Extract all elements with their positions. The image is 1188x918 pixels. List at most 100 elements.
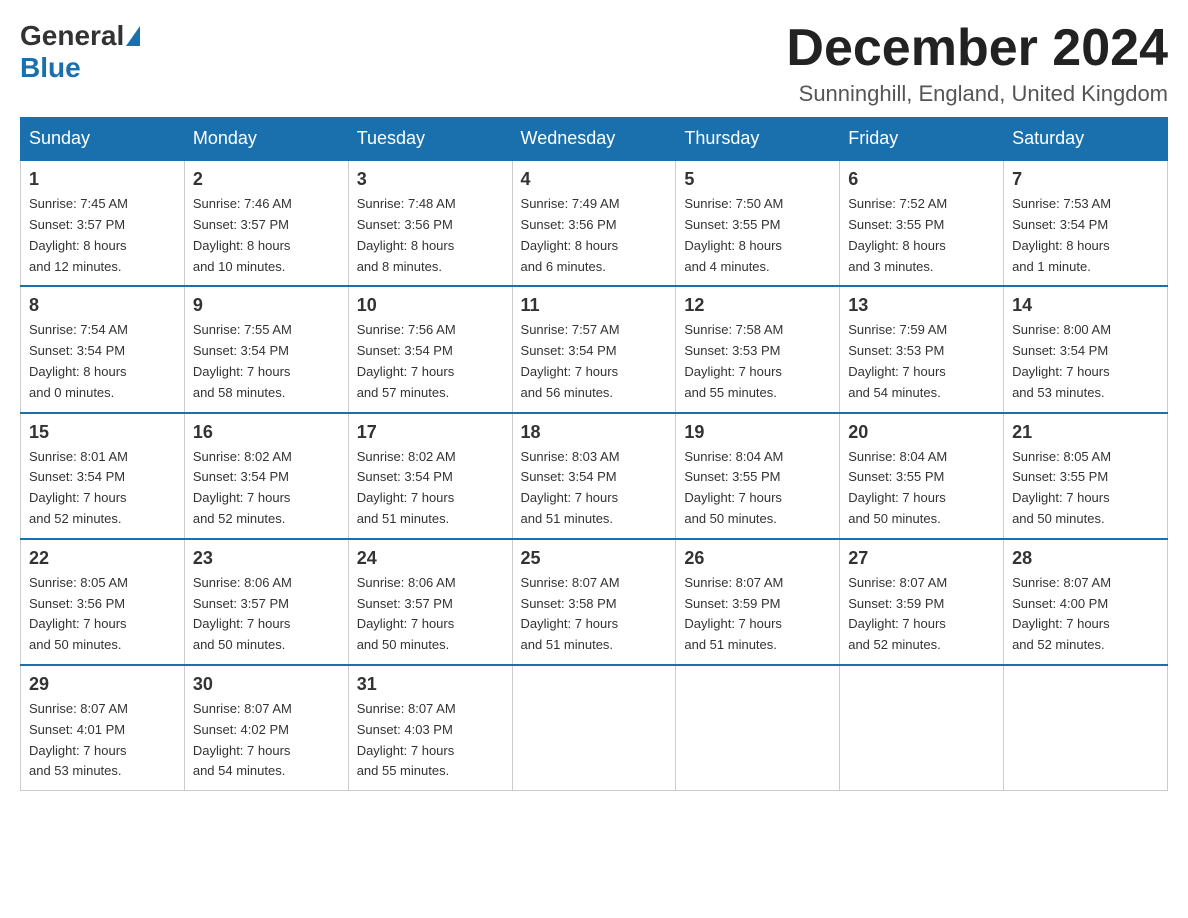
- calendar-week-5: 29 Sunrise: 8:07 AMSunset: 4:01 PMDayligh…: [21, 665, 1168, 791]
- day-number: 20: [848, 422, 995, 443]
- calendar-cell: 1Sunrise: 7:45 AMSunset: 3:57 PMDaylight…: [21, 160, 185, 286]
- day-info: Sunrise: 8:06 AMSunset: 3:57 PMDaylight:…: [193, 573, 340, 656]
- day-info: Sunrise: 8:07 AMSunset: 3:59 PMDaylight:…: [684, 573, 831, 656]
- calendar-cell: 21 Sunrise: 8:05 AMSunset: 3:55 PMDayligh…: [1004, 413, 1168, 539]
- calendar-cell: 16Sunrise: 8:02 AMSunset: 3:54 PMDayligh…: [184, 413, 348, 539]
- page-header: General Blue December 2024 Sunninghill, …: [20, 20, 1168, 107]
- day-info: Sunrise: 8:07 AMSunset: 3:58 PMDaylight:…: [521, 573, 668, 656]
- calendar-cell: 3 Sunrise: 7:48 AMSunset: 3:56 PMDaylight…: [348, 160, 512, 286]
- title-block: December 2024 Sunninghill, England, Unit…: [786, 20, 1168, 107]
- calendar-cell: 12 Sunrise: 7:58 AMSunset: 3:53 PMDayligh…: [676, 286, 840, 412]
- calendar-cell: [676, 665, 840, 791]
- day-number: 30: [193, 674, 340, 695]
- logo-blue: Blue: [20, 52, 81, 83]
- day-number: 11: [521, 295, 668, 316]
- location: Sunninghill, England, United Kingdom: [786, 81, 1168, 107]
- day-info: Sunrise: 8:00 AMSunset: 3:54 PMDaylight:…: [1012, 320, 1159, 403]
- day-info: Sunrise: 7:57 AMSunset: 3:54 PMDaylight:…: [521, 320, 668, 403]
- calendar-cell: 17 Sunrise: 8:02 AMSunset: 3:54 PMDayligh…: [348, 413, 512, 539]
- calendar-cell: 20 Sunrise: 8:04 AMSunset: 3:55 PMDayligh…: [840, 413, 1004, 539]
- day-number: 18: [521, 422, 668, 443]
- day-number: 26: [684, 548, 831, 569]
- day-number: 5: [684, 169, 831, 190]
- day-number: 24: [357, 548, 504, 569]
- day-info: Sunrise: 8:02 AMSunset: 3:54 PMDaylight:…: [193, 447, 340, 530]
- logo: General Blue: [20, 20, 142, 84]
- calendar-cell: 24 Sunrise: 8:06 AMSunset: 3:57 PMDayligh…: [348, 539, 512, 665]
- day-number: 1: [29, 169, 176, 190]
- day-info: Sunrise: 8:01 AMSunset: 3:54 PMDaylight:…: [29, 447, 176, 530]
- day-info: Sunrise: 8:07 AMSunset: 4:03 PMDaylight:…: [357, 699, 504, 782]
- day-info: Sunrise: 8:02 AMSunset: 3:54 PMDaylight:…: [357, 447, 504, 530]
- day-info: Sunrise: 7:52 AMSunset: 3:55 PMDaylight:…: [848, 194, 995, 277]
- calendar-week-2: 8 Sunrise: 7:54 AMSunset: 3:54 PMDaylight…: [21, 286, 1168, 412]
- day-info: Sunrise: 7:54 AMSunset: 3:54 PMDaylight:…: [29, 320, 176, 403]
- day-number: 17: [357, 422, 504, 443]
- day-info: Sunrise: 7:59 AMSunset: 3:53 PMDaylight:…: [848, 320, 995, 403]
- column-header-saturday: Saturday: [1004, 118, 1168, 161]
- calendar-cell: 19Sunrise: 8:04 AMSunset: 3:55 PMDayligh…: [676, 413, 840, 539]
- day-number: 2: [193, 169, 340, 190]
- column-header-friday: Friday: [840, 118, 1004, 161]
- column-header-monday: Monday: [184, 118, 348, 161]
- calendar-cell: 4 Sunrise: 7:49 AMSunset: 3:56 PMDaylight…: [512, 160, 676, 286]
- calendar-cell: 14Sunrise: 8:00 AMSunset: 3:54 PMDayligh…: [1004, 286, 1168, 412]
- day-number: 13: [848, 295, 995, 316]
- calendar-cell: 30 Sunrise: 8:07 AMSunset: 4:02 PMDayligh…: [184, 665, 348, 791]
- day-number: 8: [29, 295, 176, 316]
- day-info: Sunrise: 7:58 AMSunset: 3:53 PMDaylight:…: [684, 320, 831, 403]
- day-info: Sunrise: 7:55 AMSunset: 3:54 PMDaylight:…: [193, 320, 340, 403]
- day-info: Sunrise: 8:05 AMSunset: 3:55 PMDaylight:…: [1012, 447, 1159, 530]
- day-info: Sunrise: 7:50 AMSunset: 3:55 PMDaylight:…: [684, 194, 831, 277]
- day-info: Sunrise: 7:56 AMSunset: 3:54 PMDaylight:…: [357, 320, 504, 403]
- day-info: Sunrise: 7:46 AMSunset: 3:57 PMDaylight:…: [193, 194, 340, 277]
- calendar-cell: 31 Sunrise: 8:07 AMSunset: 4:03 PMDayligh…: [348, 665, 512, 791]
- logo-triangle-icon: [126, 26, 140, 46]
- calendar-cell: [512, 665, 676, 791]
- calendar-cell: 23Sunrise: 8:06 AMSunset: 3:57 PMDayligh…: [184, 539, 348, 665]
- calendar-cell: 13 Sunrise: 7:59 AMSunset: 3:53 PMDayligh…: [840, 286, 1004, 412]
- calendar-cell: [1004, 665, 1168, 791]
- column-header-thursday: Thursday: [676, 118, 840, 161]
- day-number: 21: [1012, 422, 1159, 443]
- day-info: Sunrise: 8:07 AMSunset: 4:02 PMDaylight:…: [193, 699, 340, 782]
- calendar-cell: 11 Sunrise: 7:57 AMSunset: 3:54 PMDayligh…: [512, 286, 676, 412]
- calendar-cell: [840, 665, 1004, 791]
- day-info: Sunrise: 7:48 AMSunset: 3:56 PMDaylight:…: [357, 194, 504, 277]
- day-number: 3: [357, 169, 504, 190]
- day-number: 27: [848, 548, 995, 569]
- column-header-wednesday: Wednesday: [512, 118, 676, 161]
- calendar-table: SundayMondayTuesdayWednesdayThursdayFrid…: [20, 117, 1168, 791]
- calendar-week-3: 15 Sunrise: 8:01 AMSunset: 3:54 PMDayligh…: [21, 413, 1168, 539]
- day-info: Sunrise: 8:06 AMSunset: 3:57 PMDaylight:…: [357, 573, 504, 656]
- day-number: 10: [357, 295, 504, 316]
- calendar-cell: 7Sunrise: 7:53 AMSunset: 3:54 PMDaylight…: [1004, 160, 1168, 286]
- calendar-cell: 18 Sunrise: 8:03 AMSunset: 3:54 PMDayligh…: [512, 413, 676, 539]
- day-info: Sunrise: 8:03 AMSunset: 3:54 PMDaylight:…: [521, 447, 668, 530]
- calendar-cell: 27 Sunrise: 8:07 AMSunset: 3:59 PMDayligh…: [840, 539, 1004, 665]
- calendar-cell: 8 Sunrise: 7:54 AMSunset: 3:54 PMDaylight…: [21, 286, 185, 412]
- day-number: 28: [1012, 548, 1159, 569]
- calendar-cell: 25Sunrise: 8:07 AMSunset: 3:58 PMDayligh…: [512, 539, 676, 665]
- calendar-cell: 22Sunrise: 8:05 AMSunset: 3:56 PMDayligh…: [21, 539, 185, 665]
- calendar-cell: 9Sunrise: 7:55 AMSunset: 3:54 PMDaylight…: [184, 286, 348, 412]
- day-info: Sunrise: 8:04 AMSunset: 3:55 PMDaylight:…: [848, 447, 995, 530]
- month-title: December 2024: [786, 20, 1168, 77]
- calendar-cell: 5 Sunrise: 7:50 AMSunset: 3:55 PMDaylight…: [676, 160, 840, 286]
- calendar-cell: 28Sunrise: 8:07 AMSunset: 4:00 PMDayligh…: [1004, 539, 1168, 665]
- calendar-cell: 6Sunrise: 7:52 AMSunset: 3:55 PMDaylight…: [840, 160, 1004, 286]
- day-info: Sunrise: 8:07 AMSunset: 4:01 PMDaylight:…: [29, 699, 176, 782]
- calendar-week-4: 22Sunrise: 8:05 AMSunset: 3:56 PMDayligh…: [21, 539, 1168, 665]
- day-number: 4: [521, 169, 668, 190]
- day-number: 19: [684, 422, 831, 443]
- day-number: 12: [684, 295, 831, 316]
- day-number: 31: [357, 674, 504, 695]
- calendar-cell: 29 Sunrise: 8:07 AMSunset: 4:01 PMDayligh…: [21, 665, 185, 791]
- day-number: 29: [29, 674, 176, 695]
- day-number: 15: [29, 422, 176, 443]
- column-header-sunday: Sunday: [21, 118, 185, 161]
- day-info: Sunrise: 8:07 AMSunset: 3:59 PMDaylight:…: [848, 573, 995, 656]
- calendar-cell: 10 Sunrise: 7:56 AMSunset: 3:54 PMDayligh…: [348, 286, 512, 412]
- calendar-cell: 2 Sunrise: 7:46 AMSunset: 3:57 PMDaylight…: [184, 160, 348, 286]
- day-info: Sunrise: 7:49 AMSunset: 3:56 PMDaylight:…: [521, 194, 668, 277]
